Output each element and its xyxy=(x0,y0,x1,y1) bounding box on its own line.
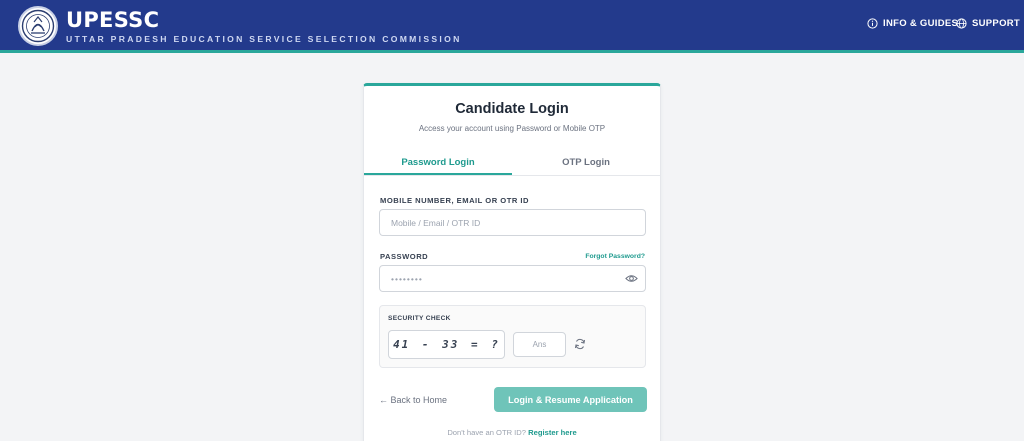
login-card: Candidate Login Access your account usin… xyxy=(363,83,661,441)
globe-icon xyxy=(956,18,967,29)
captcha-display: 41 - 33 = ? xyxy=(388,330,505,359)
login-tabs: Password Login OTP Login xyxy=(364,148,660,176)
security-check-label: SECURITY CHECK xyxy=(388,315,451,322)
captcha-answer-input[interactable] xyxy=(513,332,566,357)
tab-otp-login[interactable]: OTP Login xyxy=(512,148,660,175)
support-link[interactable]: SUPPORT xyxy=(956,18,1020,29)
password-input[interactable] xyxy=(379,265,646,292)
emblem-logo-icon xyxy=(18,6,58,46)
id-input[interactable] xyxy=(379,209,646,236)
security-check-box: SECURITY CHECK 41 - 33 = ? xyxy=(379,305,646,368)
back-to-home-link[interactable]: ← Back to Home xyxy=(379,395,447,405)
info-guides-label: INFO & GUIDES xyxy=(883,18,959,29)
top-header: UPESSC UTTAR PRADESH EDUCATION SERVICE S… xyxy=(0,0,1024,53)
tab-password-login[interactable]: Password Login xyxy=(364,148,512,175)
register-prompt-text: Don't have an OTR ID? xyxy=(447,428,527,437)
register-prompt: Don't have an OTR ID? Register here xyxy=(364,428,660,437)
login-resume-button[interactable]: Login & Resume Application xyxy=(494,387,647,412)
refresh-icon[interactable] xyxy=(574,338,586,350)
id-field-label: MOBILE NUMBER, EMAIL OR OTR ID xyxy=(380,196,530,205)
card-title: Candidate Login xyxy=(455,101,569,117)
brand-title: UPESSC xyxy=(66,8,160,32)
info-icon xyxy=(867,18,878,29)
forgot-password-link[interactable]: Forgot Password? xyxy=(585,253,645,260)
card-subtitle: Access your account using Password or Mo… xyxy=(418,124,606,133)
password-label: PASSWORD xyxy=(380,252,429,261)
register-link[interactable]: Register here xyxy=(528,428,577,437)
brand-subtitle: UTTAR PRADESH EDUCATION SERVICE SELECTIO… xyxy=(66,34,462,44)
info-guides-link[interactable]: INFO & GUIDES xyxy=(867,18,958,29)
eye-icon[interactable] xyxy=(625,272,638,285)
support-label: SUPPORT xyxy=(972,18,1021,29)
